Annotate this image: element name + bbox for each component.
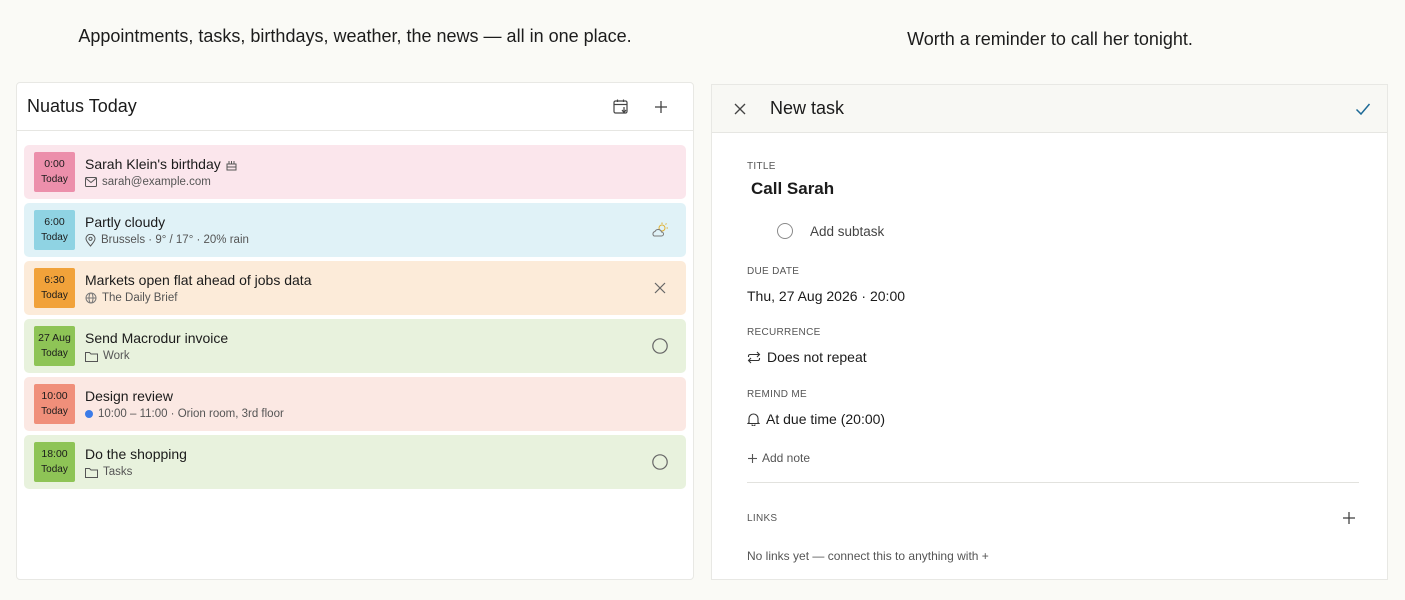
- plus-icon: [748, 453, 757, 463]
- item-subtitle: Work: [103, 350, 130, 362]
- calendar-dot-icon: [85, 410, 93, 418]
- add-note-label: Add note: [762, 451, 811, 465]
- list-item-birthday[interactable]: 0:00 Today Sarah Klein's birthday sarah@…: [24, 145, 686, 199]
- today-list: 0:00 Today Sarah Klein's birthday sarah@…: [17, 131, 693, 489]
- task-form: TITLE Call Sarah Add subtask DUE DATE Th…: [712, 161, 1387, 563]
- divider: [747, 482, 1359, 483]
- badge-day: Today: [41, 405, 68, 417]
- subtask-circle-icon: [777, 223, 793, 239]
- new-task-header: New task: [712, 85, 1387, 133]
- weather-icon: [648, 218, 672, 242]
- dismiss-button[interactable]: [648, 276, 672, 300]
- list-item-news[interactable]: 6:30 Today Markets open flat ahead of jo…: [24, 261, 686, 315]
- list-item-task-shopping[interactable]: 18:00 Today Do the shopping Tasks: [24, 435, 686, 489]
- remind-label: REMIND ME: [747, 389, 807, 400]
- checkbox-circle-icon: [652, 338, 668, 354]
- location-pin-icon: [85, 233, 96, 247]
- complete-task-checkbox[interactable]: [648, 334, 672, 358]
- badge-day: Today: [41, 173, 68, 185]
- item-subtitle: 10:00 – 11:00 · Orion room, 3rd floor: [98, 408, 284, 420]
- today-panel: Nuatus Today 0:00 Today Sarah Klein's bi…: [16, 82, 694, 580]
- recurrence-label: RECURRENCE: [747, 327, 821, 338]
- badge-time: 10:00: [41, 390, 68, 403]
- badge-day: Today: [41, 463, 68, 475]
- item-title: Send Macrodur invoice: [85, 330, 229, 346]
- new-task-title: New task: [770, 98, 845, 118]
- badge-day: Today: [41, 347, 68, 359]
- item-title: Do the shopping: [85, 446, 187, 462]
- add-subtask-row[interactable]: Add subtask: [777, 223, 1359, 239]
- checkmark-icon: [1355, 103, 1371, 115]
- folder-icon: [85, 467, 98, 478]
- badge-time: 6:30: [44, 274, 65, 287]
- time-badge: 18:00 Today: [34, 442, 75, 482]
- close-icon: [654, 282, 666, 294]
- item-subtitle: The Daily Brief: [102, 292, 178, 304]
- checkbox-circle-icon: [652, 454, 668, 470]
- close-button[interactable]: [728, 89, 752, 129]
- mail-icon: [85, 177, 97, 187]
- plus-icon: [1343, 512, 1355, 524]
- badge-time: 27 Aug: [38, 332, 71, 345]
- today-header: Nuatus Today: [17, 83, 693, 131]
- folder-icon: [85, 351, 98, 362]
- badge-time: 0:00: [44, 158, 65, 171]
- right-caption: Worth a reminder to call her tonight.: [907, 29, 1193, 49]
- add-item-button[interactable]: [641, 87, 681, 127]
- today-title: Nuatus Today: [27, 96, 137, 116]
- no-links-text: No links yet — connect this to anything …: [747, 549, 989, 563]
- globe-icon: [85, 292, 97, 304]
- badge-time: 18:00: [41, 448, 68, 461]
- bell-icon: [747, 413, 760, 426]
- due-date-label: DUE DATE: [747, 266, 800, 277]
- item-title: Sarah Klein's birthday: [85, 156, 221, 172]
- list-item-design-review[interactable]: 10:00 Today Design review 10:00 – 11:00 …: [24, 377, 686, 431]
- time-badge: 6:00 Today: [34, 210, 75, 250]
- title-input[interactable]: Call Sarah: [751, 179, 1359, 199]
- badge-day: Today: [41, 289, 68, 301]
- links-label: LINKS: [747, 512, 778, 524]
- remind-field[interactable]: At due time (20:00): [747, 411, 1359, 427]
- item-subtitle: Tasks: [103, 466, 133, 478]
- subtask-placeholder: Add subtask: [810, 223, 885, 239]
- time-badge: 0:00 Today: [34, 152, 75, 192]
- calendar-import-button[interactable]: [601, 87, 641, 127]
- title-label: TITLE: [747, 161, 776, 172]
- new-task-panel: New task TITLE Call Sarah Add subtask DU…: [711, 84, 1388, 580]
- item-title: Design review: [85, 388, 173, 404]
- remind-value: At due time (20:00): [766, 411, 886, 427]
- time-badge: 10:00 Today: [34, 384, 75, 424]
- recurrence-field[interactable]: Does not repeat: [747, 349, 1359, 365]
- cake-icon: [226, 160, 237, 170]
- add-note-button[interactable]: Add note: [747, 451, 1359, 465]
- badge-time: 6:00: [44, 216, 65, 229]
- complete-task-checkbox[interactable]: [648, 450, 672, 474]
- links-row: LINKS: [747, 508, 1359, 528]
- badge-day: Today: [41, 231, 68, 243]
- plus-icon: [655, 100, 667, 113]
- list-item-task-invoice[interactable]: 27 Aug Today Send Macrodur invoice Work: [24, 319, 686, 373]
- save-button[interactable]: [1351, 89, 1375, 129]
- repeat-icon: [747, 351, 761, 363]
- left-caption: Appointments, tasks, birthdays, weather,…: [78, 26, 632, 46]
- item-subtitle: sarah@example.com: [102, 176, 211, 188]
- list-item-weather[interactable]: 6:00 Today Partly cloudy Brussels · 9° /…: [24, 203, 686, 257]
- add-link-button[interactable]: [1339, 508, 1359, 528]
- time-badge: 27 Aug Today: [34, 326, 75, 366]
- item-subtitle: Brussels · 9° / 17° · 20% rain: [101, 234, 249, 246]
- due-date-value: Thu, 27 Aug 2026 · 20:00: [747, 288, 906, 304]
- item-title: Markets open flat ahead of jobs data: [85, 272, 312, 288]
- due-date-field[interactable]: Thu, 27 Aug 2026 · 20:00: [747, 288, 1359, 304]
- item-title: Partly cloudy: [85, 213, 166, 230]
- calendar-download-icon: [613, 99, 628, 114]
- close-icon: [734, 103, 746, 114]
- recurrence-value: Does not repeat: [767, 349, 867, 365]
- time-badge: 6:30 Today: [34, 268, 75, 308]
